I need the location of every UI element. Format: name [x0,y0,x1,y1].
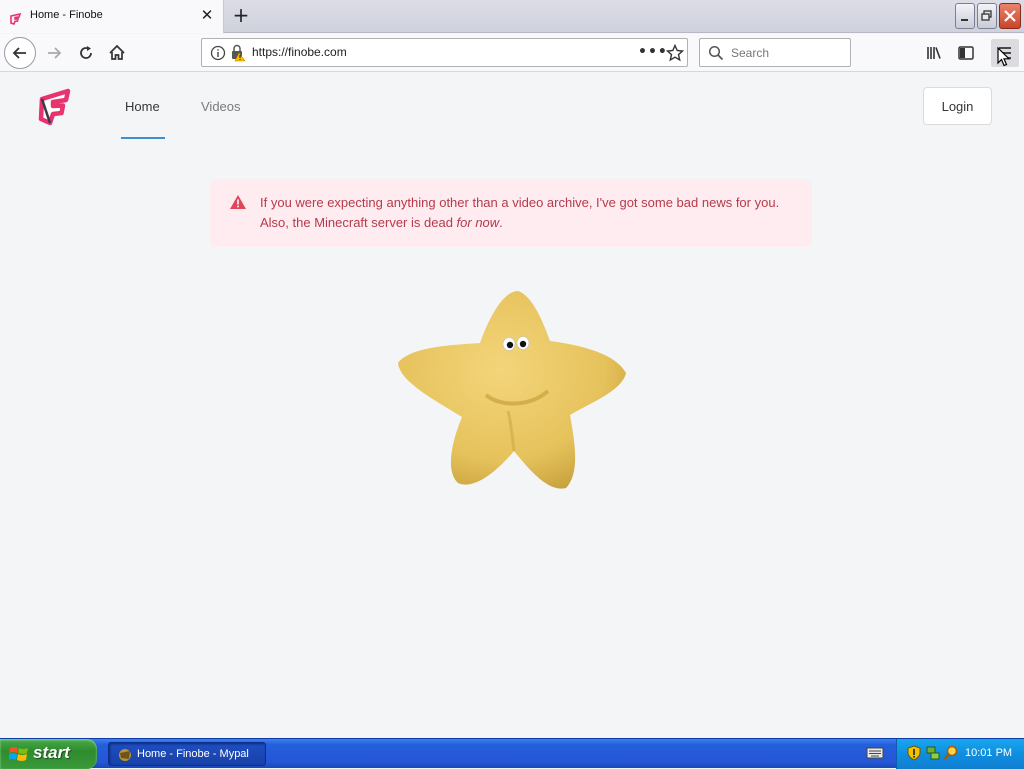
finobe-favicon-icon [10,10,22,29]
search-box[interactable]: Search [699,38,851,67]
mypal-browser-icon [119,749,131,761]
start-button[interactable]: start [0,739,97,769]
finobe-logo[interactable] [36,85,78,131]
magnifier-tray-icon[interactable] [943,745,959,761]
keyboard-icon[interactable] [866,745,884,761]
home-icon [109,44,125,60]
taskbar: start Home - Finobe - Mypal 10:01 PM [0,738,1024,769]
start-label: start [33,743,70,762]
reload-icon [80,46,92,59]
address-bar[interactable]: https://finobe.com ••• [201,38,688,67]
forward-button[interactable] [40,39,68,67]
system-tray: 10:01 PM [896,739,1024,769]
warning-icon [230,195,246,209]
alert-emphasis: for now [456,215,500,230]
page-actions-icon[interactable]: ••• [638,44,668,60]
back-arrow-icon [12,47,26,59]
info-icon[interactable] [210,45,226,61]
library-icon [927,47,941,59]
home-button[interactable] [103,39,131,67]
close-window-icon [1004,10,1016,22]
alert-line-2: Also, the Minecraft server is dead for n… [260,215,503,230]
search-icon [708,45,724,61]
active-tab-indicator [121,137,165,139]
web-page: Home Videos Login If you were expecting … [0,73,1024,738]
clock: 10:01 PM [965,747,1013,759]
new-tab-button[interactable]: + [230,5,252,27]
finobe-logo-icon [38,88,71,126]
network-icon[interactable] [925,745,941,761]
search-placeholder: Search [731,46,770,60]
navigation-toolbar: https://finobe.com ••• Search [0,34,1024,72]
restore-icon [981,10,992,21]
tab-title: Home - Finobe [30,9,103,21]
close-window-button[interactable] [999,3,1021,29]
mouse-cursor-icon [997,47,1011,67]
taskbar-item-label: Home - Finobe - Mypal [137,748,249,760]
insecure-lock-icon[interactable] [230,44,246,62]
clay-star-mascot-image [390,283,640,507]
browser-tab[interactable]: Home - Finobe ✕ [0,0,224,33]
minimize-button[interactable] [955,3,975,29]
menu-button[interactable] [991,39,1019,67]
sidebar-icon [958,46,974,60]
nav-home-link[interactable]: Home [125,99,160,114]
alert-line-1: If you were expecting anything other tha… [260,195,780,210]
login-button[interactable]: Login [923,87,992,125]
tab-strip: Home - Finobe ✕ + [0,0,1024,33]
taskbar-item-browser[interactable]: Home - Finobe - Mypal [108,742,266,766]
security-shield-icon[interactable] [907,745,921,761]
minimize-icon [961,19,968,21]
notice-alert: If you were expecting anything other tha… [210,179,812,247]
url-text: https://finobe.com [252,45,347,59]
close-tab-icon[interactable]: ✕ [199,7,215,23]
reload-button[interactable] [72,39,100,67]
alert-message: If you were expecting anything other tha… [260,193,779,233]
sidebar-button[interactable] [952,39,980,67]
forward-arrow-icon [48,47,62,59]
nav-videos-link[interactable]: Videos [201,99,241,114]
library-button[interactable] [920,39,948,67]
bookmark-star-icon[interactable] [666,44,684,62]
back-button[interactable] [4,37,36,69]
restore-button[interactable] [977,3,997,29]
windows-logo-icon [9,747,28,761]
